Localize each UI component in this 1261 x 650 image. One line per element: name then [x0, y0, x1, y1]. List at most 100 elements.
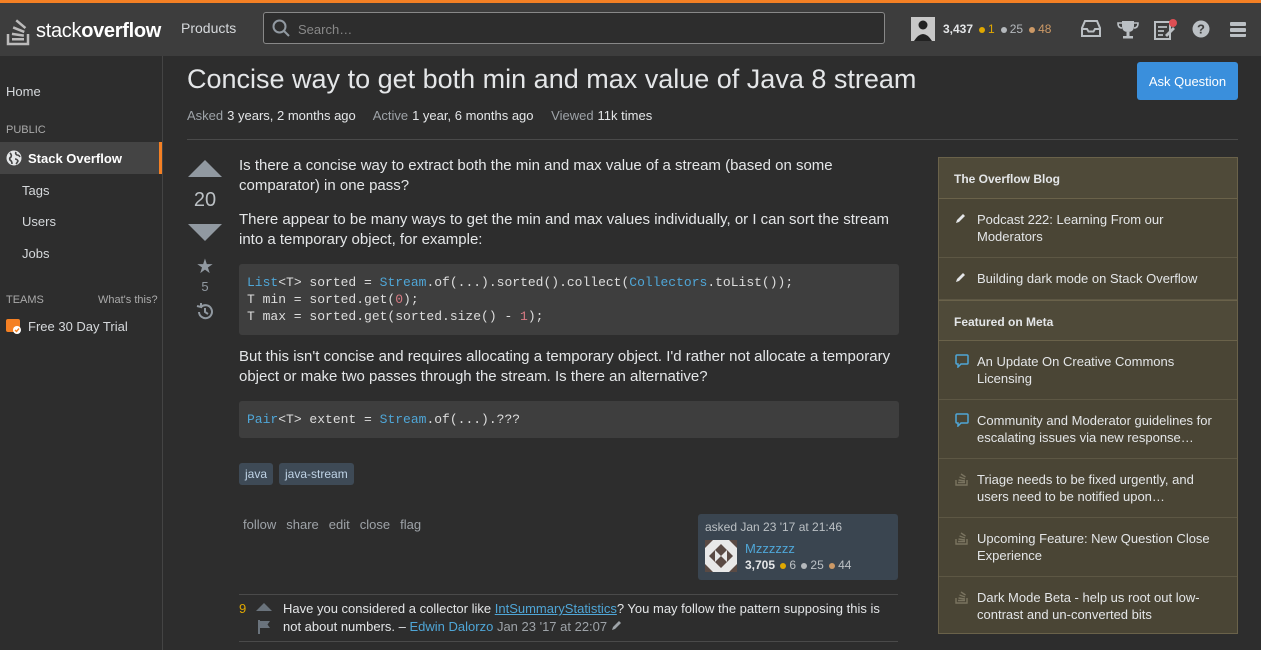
- gold-badges: 1: [979, 22, 995, 36]
- sidebar-item-tags[interactable]: Tags: [22, 183, 49, 198]
- meta-item[interactable]: Dark Mode Beta - help us root out low-co…: [939, 577, 1237, 635]
- post-actions: follow share edit close flag: [243, 517, 421, 532]
- viewed-label: Viewed: [551, 108, 594, 123]
- code-block: List<T> sorted = Stream.of(...).sorted()…: [239, 264, 899, 335]
- search-input[interactable]: [296, 18, 870, 40]
- sidebar-item-stack-overflow[interactable]: Stack Overflow: [0, 142, 162, 174]
- tag-java[interactable]: java: [239, 463, 274, 485]
- body-paragraph: But this isn't concise and requires allo…: [239, 348, 891, 385]
- share-link[interactable]: share: [286, 517, 319, 532]
- asker-username[interactable]: Mzzzzzz: [745, 541, 795, 556]
- stack-small-icon: [955, 591, 968, 604]
- tag-list: java java-stream: [239, 463, 354, 485]
- ask-question-button[interactable]: Ask Question: [1137, 62, 1238, 100]
- code-block: Pair<T> extent = Stream.of(...).???: [239, 401, 899, 438]
- stack-small-icon: [955, 473, 968, 486]
- body-paragraph: Is there a concise way to extract both t…: [239, 157, 833, 194]
- viewed-value: 11k times: [597, 108, 653, 123]
- follow-link[interactable]: follow: [243, 517, 276, 532]
- review-queue-icon[interactable]: [1154, 19, 1191, 43]
- asked-label: Asked: [187, 108, 224, 123]
- blog-heading: The Overflow Blog: [939, 158, 1237, 199]
- achievements-trophy-icon[interactable]: [1117, 19, 1154, 43]
- comment-link[interactable]: IntSummaryStatistics: [495, 601, 617, 616]
- pencil-icon: [956, 273, 965, 282]
- identicon-icon: [705, 540, 737, 572]
- asked-time[interactable]: asked Jan 23 '17 at 21:46: [705, 520, 842, 534]
- question-body: Is there a concise way to extract both t…: [239, 156, 899, 438]
- search-box: [263, 12, 885, 44]
- vote-cell: 20 ★ 5: [187, 160, 223, 325]
- comment-divider: [239, 641, 898, 642]
- comment-text: Have you considered a collector like Int…: [283, 601, 880, 634]
- sidebar-item-free-trial[interactable]: Free 30 Day Trial: [6, 318, 128, 334]
- products-menu[interactable]: Products: [181, 20, 236, 36]
- user-reputation: 3,437: [943, 22, 974, 36]
- edited-pencil-icon: [611, 621, 621, 630]
- sidebar-item-home[interactable]: Home: [6, 84, 41, 99]
- active-label: Active: [372, 108, 409, 123]
- meta-item[interactable]: An Update On Creative Commons Licensing: [939, 341, 1237, 400]
- meta-heading: Featured on Meta: [939, 300, 1237, 341]
- blog-item[interactable]: Building dark mode on Stack Overflow: [939, 258, 1237, 300]
- top-icons: ?: [1080, 19, 1261, 43]
- comments-divider: [239, 594, 898, 595]
- user-avatar[interactable]: [911, 17, 935, 41]
- upvote-arrow-icon[interactable]: [188, 160, 222, 177]
- meta-item[interactable]: Triage needs to be fixed urgently, and u…: [939, 459, 1237, 518]
- comment-user[interactable]: Edwin Dalorzo: [409, 619, 493, 634]
- logo-text-light: stack: [36, 19, 82, 42]
- help-icon[interactable]: ?: [1191, 19, 1228, 43]
- globe-icon: [6, 150, 22, 166]
- meta-comment-icon: [955, 413, 969, 427]
- meta-item[interactable]: Upcoming Feature: New Question Close Exp…: [939, 518, 1237, 577]
- site-switcher-icon[interactable]: [1228, 19, 1261, 43]
- user-card[interactable]: 3,437 1 25 48: [911, 17, 1051, 41]
- stack-logo-icon: [6, 19, 30, 46]
- asker-avatar[interactable]: [705, 540, 737, 572]
- favorite-count: 5: [201, 279, 209, 294]
- sidebar-item-users[interactable]: Users: [22, 214, 56, 229]
- avatar-silhouette-icon: [911, 17, 935, 41]
- header-divider: [187, 139, 1238, 140]
- bronze-badges: 48: [1029, 22, 1051, 36]
- favorite-star-icon[interactable]: ★: [187, 257, 223, 277]
- sidebar-section-teams: TEAMS: [6, 294, 44, 306]
- asked-value: 3 years, 2 months ago: [227, 108, 356, 123]
- downvote-arrow-icon[interactable]: [188, 224, 222, 241]
- question-title[interactable]: Concise way to get both min and max valu…: [187, 64, 916, 95]
- active-value[interactable]: 1 year, 6 months ago: [412, 108, 533, 123]
- question-meta: Asked 3 years, 2 months ago Active 1 year,…: [187, 108, 666, 123]
- pencil-icon: [956, 214, 965, 223]
- svg-text:?: ?: [1197, 22, 1205, 37]
- asker-card: asked Jan 23 '17 at 21:46 Mzzzzzz 3,705 …: [698, 514, 898, 580]
- silver-badges: 25: [1000, 22, 1023, 36]
- teams-briefcase-icon: [6, 319, 21, 334]
- body-paragraph: There appear to be many ways to get the …: [239, 211, 890, 248]
- inbox-icon[interactable]: [1080, 19, 1117, 43]
- whats-this-link[interactable]: What's this?: [98, 294, 158, 306]
- comment-flag-icon[interactable]: [258, 620, 270, 639]
- meta-comment-icon: [955, 354, 969, 368]
- comment-time[interactable]: Jan 23 '17 at 22:07: [497, 619, 607, 634]
- tag-java-stream[interactable]: java-stream: [279, 463, 354, 485]
- flag-link[interactable]: flag: [400, 517, 421, 532]
- logo-text-bold: overflow: [81, 19, 162, 42]
- history-icon[interactable]: [187, 302, 223, 325]
- blog-item[interactable]: Podcast 222: Learning From our Moderator…: [939, 199, 1237, 258]
- sidebar-section-public: PUBLIC: [6, 124, 46, 136]
- meta-item[interactable]: Community and Moderator guidelines for e…: [939, 400, 1237, 459]
- edit-link[interactable]: edit: [329, 517, 350, 532]
- sidebar-item-label: Stack Overflow: [28, 151, 122, 166]
- sidebar-item-jobs[interactable]: Jobs: [22, 246, 49, 261]
- sidebar-item-label: Free 30 Day Trial: [28, 318, 128, 334]
- stack-small-icon: [955, 532, 968, 545]
- vote-count: 20: [193, 189, 217, 211]
- overflow-blog-widget: The Overflow Blog Podcast 222: Learning …: [938, 157, 1238, 634]
- stack-overflow-logo[interactable]: stackoverflow: [6, 15, 161, 47]
- asker-reputation: 3,705 6 25 44: [745, 558, 852, 572]
- top-bar: stackoverflow Products 3,437 1 25 48: [0, 0, 1261, 56]
- left-sidebar: Home PUBLIC Stack Overflow Tags Users Jo…: [0, 56, 163, 650]
- close-link[interactable]: close: [360, 517, 390, 532]
- comment-upvote-icon[interactable]: [256, 603, 272, 611]
